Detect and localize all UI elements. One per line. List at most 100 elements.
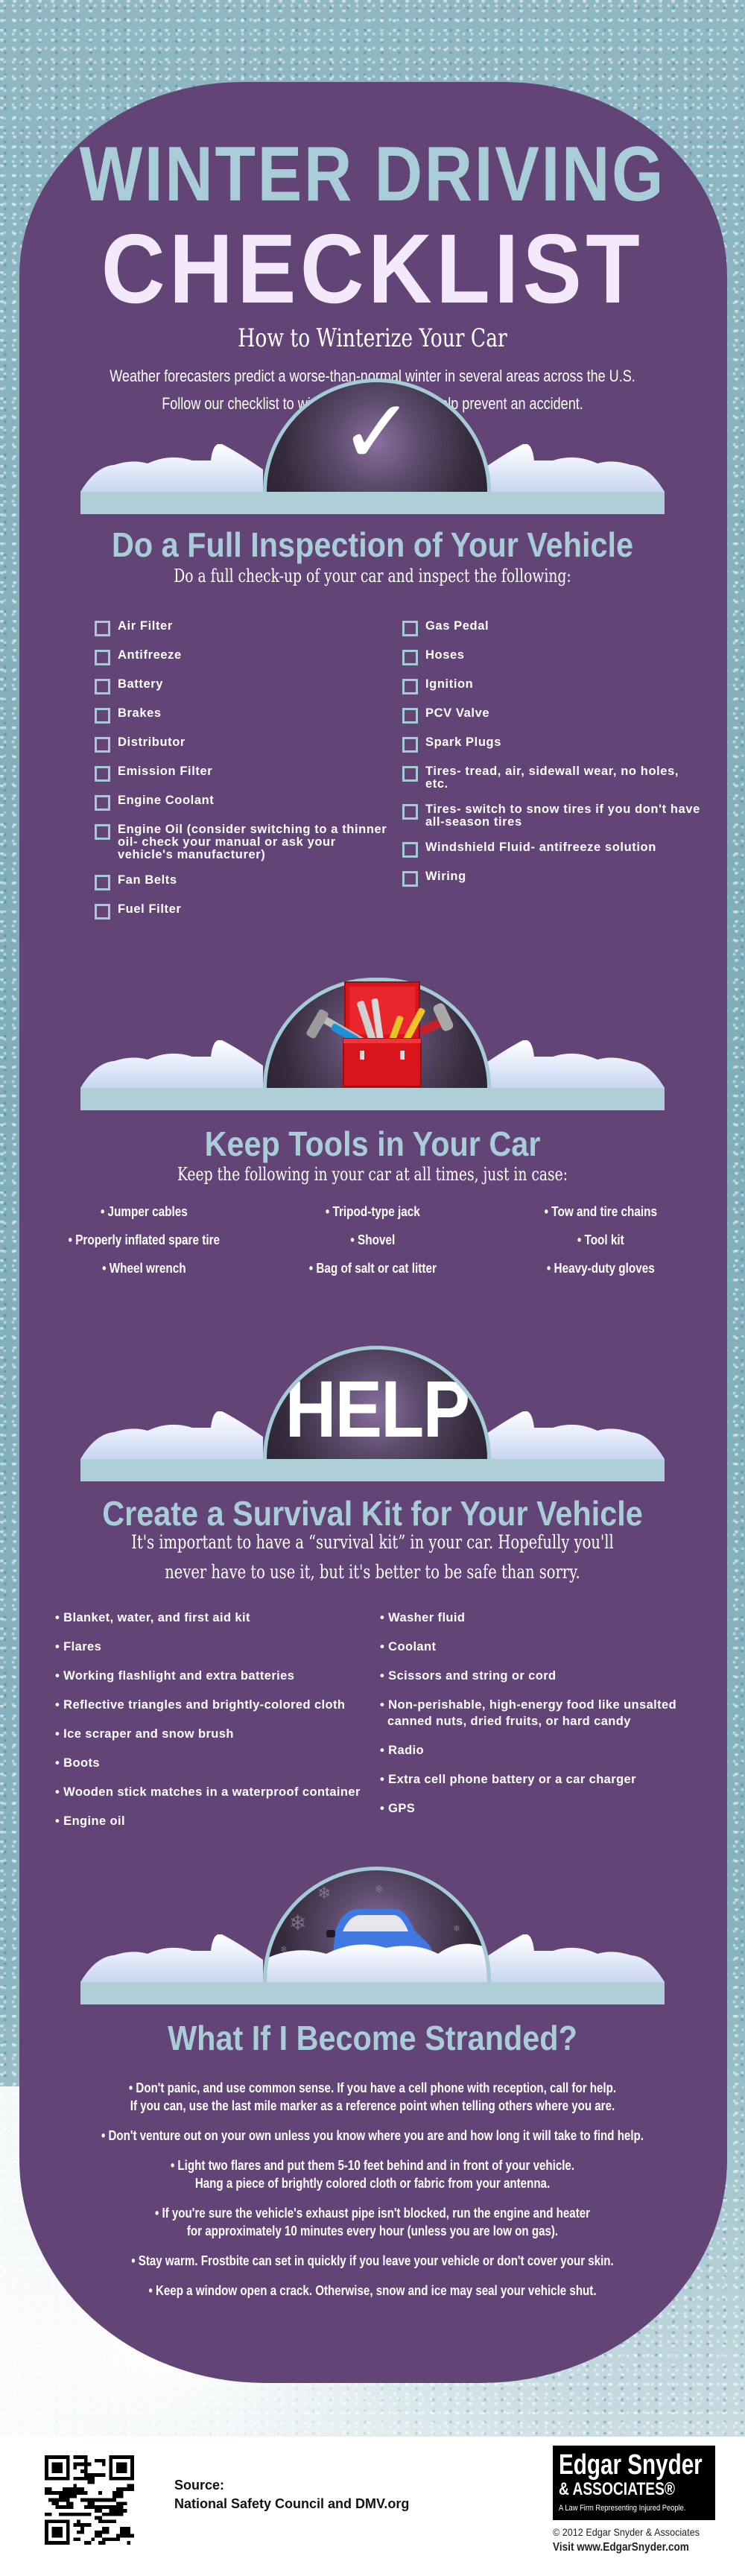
checkbox[interactable] bbox=[95, 795, 110, 811]
checkbox[interactable] bbox=[402, 679, 418, 694]
bullet: • bbox=[55, 1756, 64, 1770]
qr-code-icon[interactable] bbox=[45, 2455, 134, 2545]
bullet: • bbox=[380, 1611, 389, 1624]
checklist-item[interactable]: Fan Belts bbox=[95, 874, 393, 890]
copyright: © 2012 Edgar Snyder & Associates bbox=[553, 2526, 700, 2538]
bullet: • bbox=[55, 1814, 64, 1828]
checklist-item-label: Antifreeze bbox=[118, 648, 182, 662]
stranded-tip: • If you're sure the vehicle's exhaust p… bbox=[97, 2204, 647, 2240]
checklist-item-label: Spark Plugs bbox=[425, 735, 501, 749]
survival-kit-item: • Reflective triangles and brightly-colo… bbox=[55, 1697, 375, 1713]
stranded-tip-line-1: • Keep a window open a crack. Otherwise,… bbox=[148, 2283, 597, 2298]
tool-item: • Wheel wrench bbox=[47, 1260, 241, 1276]
checkbox[interactable] bbox=[95, 737, 110, 753]
tool-item-label: Shovel bbox=[357, 1232, 395, 1247]
tool-item-label: Jumper cables bbox=[107, 1204, 188, 1219]
checkbox[interactable] bbox=[95, 621, 110, 636]
shelf bbox=[80, 1982, 665, 2004]
survival-kit-item: • Working flashlight and extra batteries bbox=[55, 1668, 375, 1684]
tools-subtitle: Keep the following in your car at all ti… bbox=[177, 1164, 568, 1185]
survival-kit-item: • Boots bbox=[55, 1755, 375, 1771]
logo-associates: & ASSOCIATES® bbox=[559, 2479, 676, 2499]
stranded-tip-line-1: • Stay warm. Frostbite can set in quickl… bbox=[131, 2253, 614, 2268]
checkbox[interactable] bbox=[402, 766, 418, 782]
survival-kit-item-label: Coolant bbox=[388, 1640, 437, 1653]
help-sign-icon: HELP bbox=[285, 1364, 470, 1454]
survival-kit-item-label: Boots bbox=[63, 1756, 100, 1770]
checklist-item[interactable]: Battery bbox=[95, 678, 393, 694]
checklist-item[interactable]: Engine Oil (consider switching to a thin… bbox=[95, 823, 393, 861]
checkbox[interactable] bbox=[402, 871, 418, 887]
bullet: • bbox=[55, 1611, 64, 1624]
bullet: • bbox=[380, 1773, 389, 1786]
edgar-snyder-logo[interactable]: Edgar Snyder & ASSOCIATES® A Law Firm Re… bbox=[553, 2446, 715, 2520]
stranded-tip-line-1: • Don't venture out on your own unless y… bbox=[101, 2128, 644, 2143]
stranded-tip: • Keep a window open a crack. Otherwise,… bbox=[97, 2282, 647, 2300]
checklist-item[interactable]: Distributor bbox=[95, 736, 393, 753]
checkbox[interactable] bbox=[95, 875, 110, 890]
bullet: • bbox=[544, 1204, 552, 1219]
checklist-item[interactable]: Spark Plugs bbox=[402, 736, 700, 753]
stranded-tip: • Light two flares and put them 5-10 fee… bbox=[97, 2156, 647, 2192]
tool-item-label: Tool kit bbox=[584, 1232, 625, 1247]
checklist-item[interactable]: PCV Valve bbox=[402, 707, 700, 724]
checklist-item-label: Gas Pedal bbox=[425, 619, 489, 633]
checklist-item[interactable]: Wiring bbox=[402, 870, 700, 887]
checkbox[interactable] bbox=[402, 621, 418, 636]
bullet: • bbox=[55, 1698, 64, 1712]
checkbox[interactable] bbox=[95, 904, 110, 920]
checkbox[interactable] bbox=[402, 708, 418, 724]
bullet: • bbox=[55, 1669, 64, 1683]
checkbox[interactable] bbox=[95, 650, 110, 665]
survival-kit-item: • Blanket, water, and first aid kit bbox=[55, 1610, 375, 1626]
checklist-item[interactable]: Emission Filter bbox=[95, 765, 393, 782]
dome: ✓ bbox=[263, 379, 491, 492]
website-link[interactable]: Visit www.EdgarSnyder.com bbox=[553, 2541, 689, 2554]
survival-kit-item-label: Engine oil bbox=[63, 1814, 126, 1828]
checklist-item-label: Windshield Fluid- antifreeze solution bbox=[425, 841, 656, 854]
checkbox[interactable] bbox=[402, 650, 418, 665]
stranded-tip-line-1: • If you're sure the vehicle's exhaust p… bbox=[154, 2206, 591, 2221]
bullet: • bbox=[55, 1727, 64, 1741]
checklist-item[interactable]: Tires- switch to snow tires if you don't… bbox=[402, 803, 700, 829]
checklist-item[interactable]: Ignition bbox=[402, 678, 700, 694]
checklist-item[interactable]: Gas Pedal bbox=[402, 620, 700, 636]
snow-drift-left bbox=[80, 1934, 263, 1982]
checklist-item-label: Engine Oil (consider switching to a thin… bbox=[118, 823, 387, 861]
checklist-item[interactable]: Windshield Fluid- antifreeze solution bbox=[402, 841, 700, 858]
checkbox[interactable] bbox=[402, 842, 418, 858]
tool-item: • Shovel bbox=[276, 1232, 470, 1248]
snow-drift-right bbox=[482, 1411, 665, 1459]
checklist-item-label: Hoses bbox=[425, 648, 465, 662]
shelf bbox=[80, 1459, 665, 1481]
checkbox[interactable] bbox=[402, 804, 418, 820]
survival-kit-item: • Non-perishable, high-energy food like … bbox=[380, 1697, 700, 1730]
inspection-subtitle: Do a full check-up of your car and inspe… bbox=[174, 566, 571, 586]
checklist-item[interactable]: Antifreeze bbox=[95, 649, 393, 665]
title-line-1: WINTER DRIVING bbox=[79, 131, 666, 218]
checkbox[interactable] bbox=[95, 679, 110, 694]
checklist-item[interactable]: Hoses bbox=[402, 649, 700, 665]
survival-kit-item: • Washer fluid bbox=[380, 1610, 700, 1626]
survival-kit-item-label: Extra cell phone battery or a car charge… bbox=[388, 1773, 636, 1786]
bullet: • bbox=[380, 1802, 389, 1815]
bullet: • bbox=[380, 1698, 389, 1712]
checklist-item[interactable]: Tires- tread, air, sidewall wear, no hol… bbox=[402, 765, 700, 791]
stranded-tip: • Don't venture out on your own unless y… bbox=[97, 2127, 647, 2145]
checklist-item[interactable]: Brakes bbox=[95, 707, 393, 724]
checkbox[interactable] bbox=[402, 737, 418, 753]
survival-title: Create a Survival Kit for Your Vehicle bbox=[102, 1494, 643, 1533]
checklist-item[interactable]: Fuel Filter bbox=[95, 903, 393, 920]
checkbox[interactable] bbox=[95, 766, 110, 782]
title-line-2: CHECKLIST bbox=[101, 214, 644, 323]
checkbox[interactable] bbox=[95, 824, 110, 840]
survival-kit-item-label: Flares bbox=[63, 1640, 102, 1653]
checklist-item[interactable]: Engine Coolant bbox=[95, 794, 393, 811]
survival-kit-item: • Flares bbox=[55, 1639, 375, 1655]
bullet: • bbox=[55, 1640, 64, 1653]
svg-text:❄: ❄ bbox=[453, 1923, 460, 1934]
checkbox[interactable] bbox=[95, 708, 110, 724]
shelf bbox=[80, 492, 665, 514]
tool-item: • Tripod-type jack bbox=[276, 1203, 470, 1220]
checklist-item[interactable]: Air Filter bbox=[95, 620, 393, 636]
